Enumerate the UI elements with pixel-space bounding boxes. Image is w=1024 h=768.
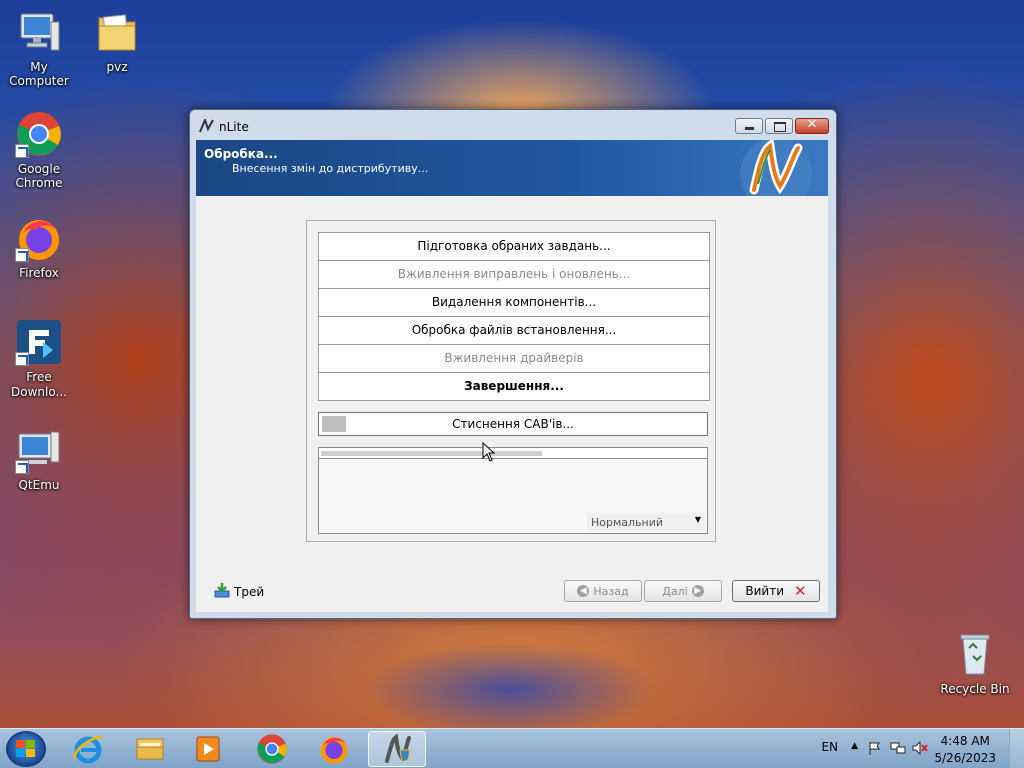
desktop-icon-google-chrome[interactable]: Google Chrome	[0, 110, 78, 190]
volume-muted-icon[interactable]	[912, 740, 928, 758]
desktop-icon-label: Google Chrome	[15, 162, 63, 190]
file-explorer-icon	[136, 738, 164, 760]
shortcut-arrow-icon	[15, 460, 29, 474]
restore-icon	[774, 122, 786, 132]
banner-title: Обробка...	[204, 147, 278, 161]
task-item: Підготовка обраних завдань...	[319, 233, 709, 261]
windows-logo-icon	[16, 740, 36, 758]
recycle-bin-icon	[951, 630, 999, 678]
desktop-icon-free-download-manager[interactable]: Free Downlo...	[0, 318, 78, 400]
computer-icon	[15, 8, 63, 56]
minimize-button[interactable]	[735, 118, 763, 134]
desktop-icon-label: Free Downlo...	[11, 370, 67, 399]
nlite-icon	[199, 117, 215, 133]
next-button[interactable]: Далі ▶	[644, 580, 722, 602]
close-button[interactable]: ✕	[795, 117, 829, 134]
banner-subtitle: Внесення змін до дистрибутиву...	[232, 162, 429, 175]
desktop-icon-label: QtEmu	[18, 478, 60, 492]
close-icon: ✕	[806, 117, 818, 132]
desktop-icon-qtemu[interactable]: QtEmu	[0, 426, 78, 492]
network-icon[interactable]	[890, 741, 906, 758]
back-label: Назад	[593, 584, 629, 598]
task-item: Вживлення драйверів	[319, 345, 709, 373]
desktop-icon-firefox[interactable]: Firefox	[0, 214, 78, 280]
current-operation-label: Стиснення CAB'ів...	[452, 417, 574, 431]
desktop-icon-label: pvz	[106, 60, 128, 74]
taskbar: EN ▲ 4:48 AM 5/26/2023	[0, 728, 1024, 768]
desktop-icon-label: Recycle Bin	[940, 682, 1010, 696]
tray-button[interactable]: Трей	[214, 582, 264, 601]
processing-panel: Підготовка обраних завдань... Вживлення …	[306, 220, 716, 542]
shortcut-arrow-icon	[15, 248, 29, 262]
taskbar-media-player[interactable]	[182, 731, 234, 767]
taskbar-nlite[interactable]	[368, 731, 426, 767]
task-item: Видалення компонентів...	[319, 289, 709, 317]
desktop-icon-pvz[interactable]: pvz	[78, 8, 156, 74]
desktop-icon-recycle-bin[interactable]: Recycle Bin	[936, 630, 1014, 696]
firefox-icon	[15, 214, 63, 262]
task-item: Вживлення виправлень і оновлень...	[319, 261, 709, 289]
window-title: nLite	[219, 120, 249, 134]
chevron-down-icon: ▼	[694, 515, 701, 524]
task-list: Підготовка обраних завдань... Вживлення …	[318, 232, 710, 401]
chrome-icon	[257, 734, 287, 764]
minimize-icon	[745, 127, 754, 130]
task-item: Обробка файлів встановлення...	[319, 317, 709, 345]
qtemu-icon	[15, 426, 63, 474]
arrow-left-icon: ◀	[577, 585, 590, 597]
taskbar-internet-explorer[interactable]	[62, 731, 114, 767]
firefox-icon	[320, 737, 348, 764]
start-button[interactable]	[6, 731, 46, 767]
progress-bar	[319, 448, 707, 459]
clock-time: 4:48 AM	[940, 734, 990, 748]
exit-button[interactable]: Вийти ✕	[732, 580, 820, 602]
desktop-icon-label: My Computer	[9, 60, 69, 88]
back-button[interactable]: ◀ Назад	[564, 580, 642, 602]
progress-fill	[321, 451, 543, 456]
nlite-logo-icon	[732, 137, 820, 210]
shortcut-arrow-icon	[15, 144, 29, 158]
current-operation: Стиснення CAB'ів...	[318, 412, 708, 436]
flag-icon[interactable]	[868, 741, 882, 758]
header-banner: Обробка... Внесення змін до дистрибутиву…	[196, 137, 828, 210]
footer-bar: Трей ◀ Назад Далі ▶ Вийти ✕	[196, 570, 828, 612]
desktop-icon-label: Firefox	[19, 266, 59, 280]
download-tray-icon	[214, 582, 230, 601]
log-area: Нормальний ▼	[318, 447, 708, 534]
mouse-cursor-icon	[482, 441, 496, 465]
folder-icon	[93, 8, 141, 56]
title-bar[interactable]: nLite ✕	[190, 110, 836, 140]
show-hidden-icons-button[interactable]: ▲	[851, 741, 858, 751]
clock[interactable]: 4:48 AM 5/26/2023	[934, 733, 996, 767]
arrow-right-icon: ▶	[691, 585, 704, 597]
nlite-window: nLite ✕ Обробка... Внесення змін до дист…	[189, 109, 837, 619]
maximize-button[interactable]	[765, 118, 793, 134]
internet-explorer-icon	[73, 735, 103, 764]
priority-selected: Нормальний	[591, 516, 664, 529]
language-indicator[interactable]: EN	[821, 740, 838, 754]
tray-label: Трей	[234, 584, 265, 599]
exit-label: Вийти	[745, 584, 785, 598]
nlite-icon	[385, 734, 411, 763]
priority-select[interactable]: Нормальний ▼	[587, 513, 705, 531]
media-player-icon	[196, 736, 220, 762]
show-desktop-button[interactable]	[1009, 729, 1024, 768]
clock-date: 5/26/2023	[934, 751, 996, 765]
chrome-icon	[15, 110, 63, 158]
free-download-manager-icon	[15, 318, 63, 366]
desktop-icon-my-computer[interactable]: My Computer	[0, 8, 78, 88]
taskbar-chrome[interactable]	[246, 731, 298, 767]
task-item-current: Завершення...	[464, 379, 564, 393]
shortcut-arrow-icon	[15, 352, 29, 366]
close-x-icon: ✕	[794, 582, 807, 600]
taskbar-file-explorer[interactable]	[124, 731, 176, 767]
next-label: Далі	[662, 584, 688, 598]
content-area: Підготовка обраних завдань... Вживлення …	[196, 196, 828, 571]
taskbar-firefox[interactable]	[308, 731, 360, 767]
